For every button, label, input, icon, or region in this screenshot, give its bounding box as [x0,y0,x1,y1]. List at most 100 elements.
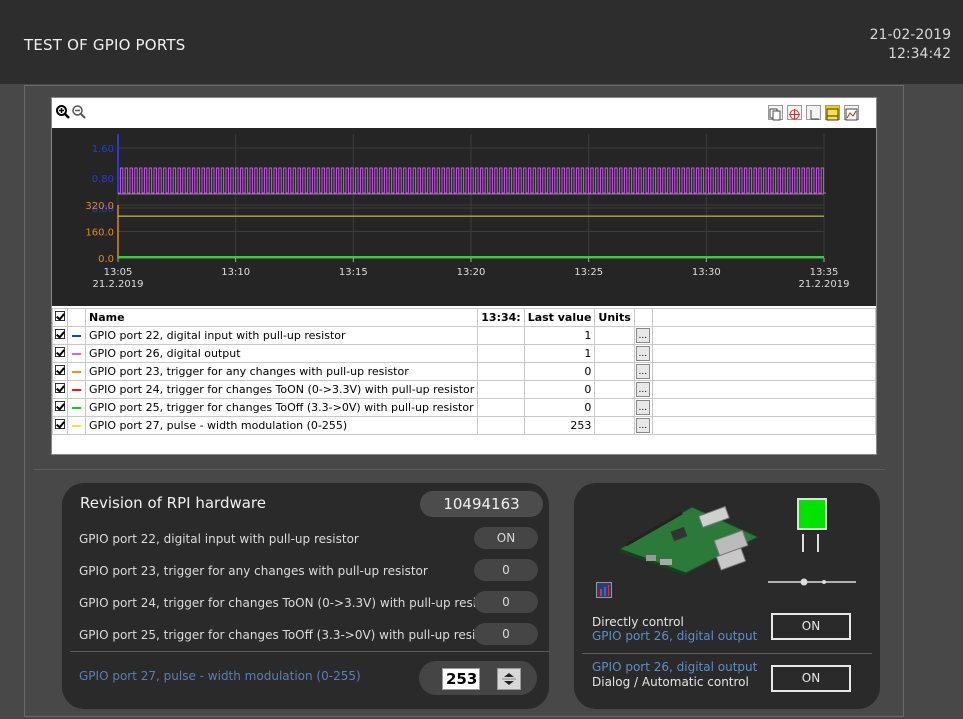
hardware-revision: 10494163 [420,491,543,517]
x-axis-tick-label: 13:30 [692,267,721,278]
header-time: 13:34: [477,308,525,327]
row-options-button[interactable]: ... [635,418,650,433]
led-leg-left [802,534,804,552]
chart-svg: 1.600.800.00320.0160.00.013:0521.2.20191… [85,134,849,290]
series-line-gpio26 [118,167,826,194]
header-units: Units [594,308,635,327]
row-color-cell [67,380,86,399]
lower-axis-tick-label: 320.0 [85,201,114,212]
row-action-cell: ... [633,416,653,435]
row-options-button[interactable]: ... [635,400,650,415]
row-units [594,326,635,345]
row-last-value: 1 [523,344,596,363]
gpio22-value: ON [474,527,538,549]
table-row[interactable]: GPIO port 22, digital input with pull-up… [52,326,877,345]
row-options-button[interactable]: ... [635,382,650,397]
chart-small-icon[interactable] [596,582,612,598]
gpio23-label: GPIO port 23, trigger for any changes wi… [79,564,428,578]
table-header-row: Name 13:34: Last value Units [52,308,877,327]
row-checkbox-cell[interactable] [52,326,68,345]
row-units [594,416,635,435]
zoom-out-icon[interactable] [71,104,87,120]
series-color-swatch [72,353,81,355]
table-body: GPIO port 22, digital input with pull-up… [52,326,877,435]
header-checkbox[interactable] [55,311,65,321]
row-options-button[interactable]: ... [635,364,650,379]
row-checkbox[interactable] [55,347,65,357]
row-time [477,362,525,381]
hardware-divider [70,651,550,652]
lower-axis-tick-label: 160.0 [85,228,114,239]
chart-plot-area[interactable]: 1.60 0.80 0.00 320.0 160.0 0.0 13:05 21.2.2019 1… [52,128,876,306]
time-text: 12:34:42 [888,46,951,62]
header-action [633,308,653,327]
axis-icon[interactable] [806,105,821,120]
row-checkbox[interactable] [55,329,65,339]
datetime: 21-02-2019 12:34:42 [870,26,951,64]
auto-on-button[interactable]: ON [771,665,851,692]
lower-axis-tick-label: 0.0 [98,254,114,265]
gpio25-label: GPIO port 25, trigger for changes ToOff … [79,628,499,642]
copy-icon[interactable] [768,105,783,121]
legend-icon[interactable] [825,105,840,121]
hardware-panel: Revision of RPI hardware 10494163 GPIO p… [62,483,550,709]
auto-control-port: GPIO port 26, digital output [592,660,758,674]
row-checkbox[interactable] [55,401,65,411]
direct-control-port: GPIO port 26, digital output [592,629,758,643]
row-units [594,362,635,381]
page-title: TEST OF GPIO PORTS [24,36,186,54]
row-units [594,380,635,399]
row-options-button[interactable]: ... [635,328,650,343]
row-name: GPIO port 24, trigger for changes ToON (… [84,380,479,399]
row-action-cell: ... [633,380,653,399]
table-row[interactable]: GPIO port 23, trigger for any changes wi… [52,362,877,381]
row-checkbox[interactable] [55,365,65,375]
target-icon[interactable] [787,105,802,120]
row-last-value: 0 [523,362,596,381]
row-action-cell: ... [633,326,653,345]
led-leg-right [817,534,819,552]
row-checkbox-cell[interactable] [52,398,68,417]
row-last-value: 0 [523,380,596,399]
row-action-cell: ... [633,344,653,363]
upper-axis-tick-label: 1.60 [92,144,114,155]
row-checkbox[interactable] [55,419,65,429]
row-action-cell: ... [633,362,653,381]
pwm-value-input[interactable]: 253 [442,668,480,690]
trend-chart-widget: 1.60 0.80 0.00 320.0 160.0 0.0 13:05 21.2.2019 1… [51,97,877,455]
top-bar: TEST OF GPIO PORTS 21-02-2019 12:34:42 [0,0,963,84]
switch-icon [768,578,856,586]
row-checkbox-cell[interactable] [52,416,68,435]
table-row[interactable]: GPIO port 25, trigger for changes ToOff … [52,398,877,417]
chart-type-icon[interactable] [844,105,859,121]
row-checkbox[interactable] [55,383,65,393]
table-row[interactable]: GPIO port 26, digital output 1... [52,344,877,363]
pwm-spinner[interactable] [497,668,521,690]
table-row[interactable]: GPIO port 24, trigger for changes ToON (… [52,380,877,399]
row-options-button[interactable]: ... [635,346,650,361]
row-last-value: 1 [523,326,596,345]
direct-on-button[interactable]: ON [771,613,851,640]
x-axis-date-label: 21.2.2019 [93,279,144,290]
x-axis-tick-label: 13:10 [221,267,250,278]
table-row[interactable]: GPIO port 27, pulse - width modulation (… [52,416,877,435]
row-name: GPIO port 25, trigger for changes ToOff … [84,398,479,417]
direct-control-label: Directly control [592,615,684,629]
series-color-swatch [72,371,81,373]
chart-toolbar [52,98,876,128]
row-color-cell [67,416,86,435]
header-name: Name [84,308,479,327]
gpio22-label: GPIO port 22, digital input with pull-up… [79,532,359,546]
app-root: TEST OF GPIO PORTS 21-02-2019 12:34:42 1… [0,0,963,719]
header-color-cell [67,308,86,327]
row-action-cell: ... [633,398,653,417]
zoom-in-icon[interactable] [55,104,71,120]
row-name: GPIO port 27, pulse - width modulation (… [84,416,479,435]
row-checkbox-cell[interactable] [52,362,68,381]
row-checkbox-cell[interactable] [52,380,68,399]
section-divider [33,469,885,470]
header-checkbox-cell[interactable] [52,308,68,327]
row-units [594,398,635,417]
row-checkbox-cell[interactable] [52,344,68,363]
x-axis-tick-label: 13:20 [457,267,486,278]
